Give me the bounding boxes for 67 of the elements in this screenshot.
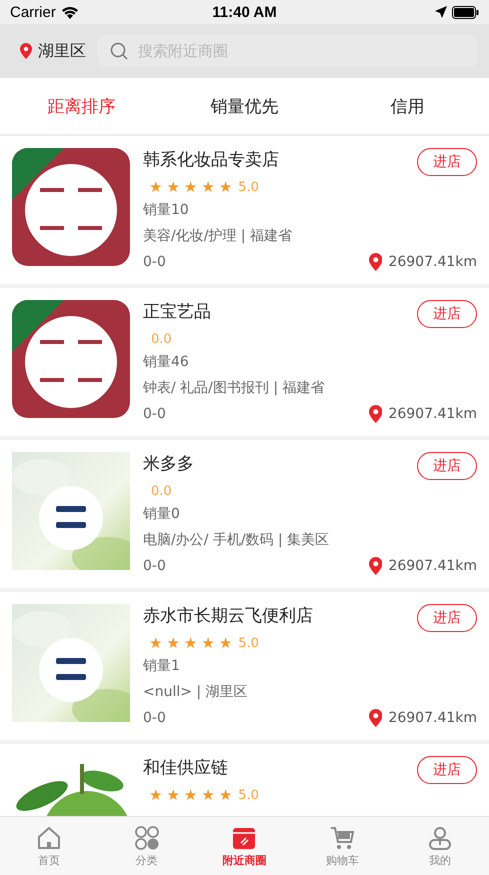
clock-time: 11:40 AM [212,4,277,20]
location-pin-icon [368,405,382,423]
rating-score: 0.0 [151,484,172,498]
rating-score: 5.0 [238,636,259,650]
star-icon: ★ [184,178,198,196]
sales-count: 销量10 [143,201,190,220]
category-icon [134,824,160,850]
enter-store-button[interactable]: 进店 [417,452,477,480]
rating-score: 5.0 [238,180,259,194]
tab-bar-item[interactable]: 购物车 [293,817,392,875]
business-hours: 0-0 [143,557,166,576]
distance-label: 26907.41km [388,558,477,574]
business-hours: 0-0 [143,709,166,728]
star-icon: ★ [201,178,215,196]
location-pin-icon [20,43,32,59]
business-hours: 0-0 [143,253,166,272]
store-category: 钟表/ 礼品/图书报刊 | 福建省 [143,379,326,398]
store-category: 电脑/办公/ 手机/数码 | 集美区 [143,531,330,550]
location-pin-icon [368,253,382,271]
store-name: 韩系化妆品专卖店 [143,149,279,172]
cart-icon [329,824,356,850]
location-pin-icon [368,557,382,575]
tab-bar-item[interactable]: 分类 [98,817,196,875]
search-icon [110,42,128,60]
person-icon [427,824,454,850]
star-icon: ★ [184,634,198,652]
star-icon: ★ [184,786,198,804]
tab-bar-item[interactable]: 我的 [391,817,489,875]
store-name: 米多多 [143,453,194,476]
store-category: <null> | 湖里区 [143,683,249,702]
star-icon: ★ [166,178,180,196]
sales-count: 销量0 [143,505,181,524]
store-name: 赤水市长期云飞便利店 [143,605,313,628]
star-icon: ★ [149,178,162,196]
enter-store-button[interactable]: 进店 [417,148,477,176]
store-name: 和佳供应链 [143,757,228,780]
star-icon: ★ [218,634,232,652]
distance-label: 26907.41km [388,710,477,726]
star-icon: ★ [218,178,232,196]
business-hours: 0-0 [143,405,166,424]
star-icon: ★ [149,786,162,804]
sales-count: 销量46 [143,353,190,372]
sales-count: 销量1 [143,657,181,676]
star-icon: ★ [201,786,215,804]
enter-store-button[interactable]: 进店 [417,756,477,784]
star-icon: ★ [149,634,162,652]
home-icon [36,824,62,850]
location-pin-icon [368,709,382,727]
enter-store-button[interactable]: 进店 [417,604,477,632]
location-arrow-icon [434,6,447,18]
tab-bar-item[interactable]: 首页 [0,817,98,875]
wifi-icon [60,6,79,18]
distance-label: 26907.41km [388,254,477,270]
location-label[interactable]: 湖里区 [38,40,86,62]
star-icon: ★ [166,786,180,804]
store-name: 正宝艺品 [143,301,211,324]
carrier-name: Carrier [10,4,56,20]
star-icon: ★ [201,634,215,652]
rating-score: 5.0 [238,788,259,802]
store-category: 美容/化妆/护理 | 福建省 [143,227,294,246]
distance-label: 26907.41km [388,406,477,422]
rating-score: 0.0 [151,332,172,346]
tab-bar-item[interactable]: 附近商圈 [196,817,294,875]
star-icon: ★ [218,786,232,804]
enter-store-button[interactable]: 进店 [417,300,477,328]
star-icon: ★ [166,634,180,652]
battery-icon [452,6,479,18]
